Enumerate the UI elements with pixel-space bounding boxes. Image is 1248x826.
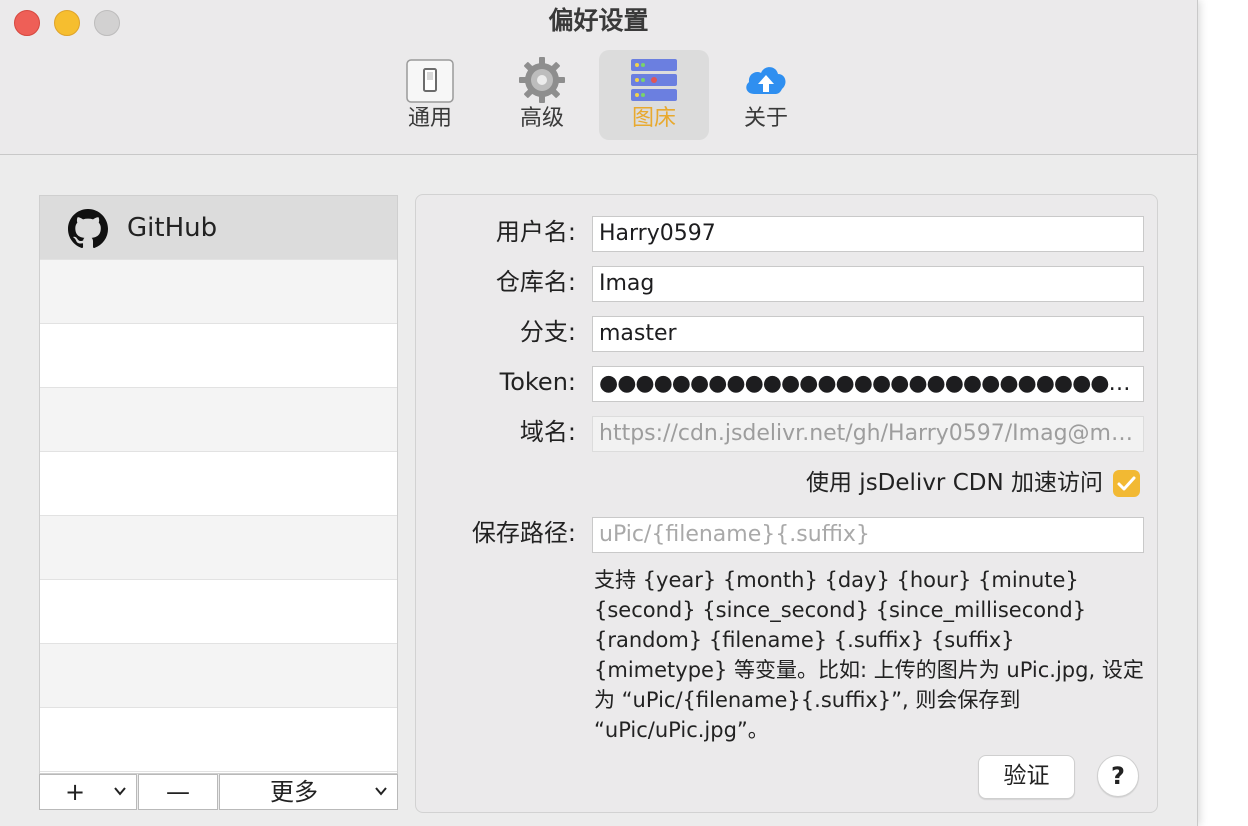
toolbar: 偏好设置 通用 高级 图床 关于 (0, 0, 1197, 155)
host-item-label: GitHub (127, 213, 218, 243)
chevron-down-icon (375, 787, 387, 796)
tab-general-label: 通用 (407, 106, 452, 131)
repo-label: 仓库名: (495, 268, 576, 296)
tab-advanced[interactable]: 高级 (487, 50, 597, 140)
token-field[interactable]: ●●●●●●●●●●●●●●●●●●●●●●●●●●●●●●●●●●●●●●●● (592, 366, 1144, 402)
preferences-window: 偏好设置 通用 高级 图床 关于 GitHub + — 更多 用户名: Harr… (0, 0, 1198, 826)
tab-about[interactable]: 关于 (711, 50, 821, 140)
list-item (40, 644, 397, 708)
save-path-label: 保存路径: (471, 519, 576, 547)
gear-icon (519, 57, 565, 103)
cloud-upload-icon (746, 67, 786, 94)
more-label: 更多 (270, 778, 318, 806)
repo-field[interactable]: Imag (592, 266, 1144, 302)
github-icon (68, 209, 108, 249)
branch-field[interactable]: master (592, 316, 1144, 352)
add-label: + (65, 778, 86, 806)
host-list-toolbar: + — 更多 (39, 774, 398, 812)
list-item (40, 452, 397, 516)
token-label: Token: (499, 368, 576, 396)
cdn-checkbox-label: 使用 jsDelivr CDN 加速访问 (806, 470, 1103, 496)
verify-button[interactable]: 验证 (978, 755, 1075, 799)
branch-label: 分支: (519, 318, 576, 346)
remove-label: — (166, 778, 190, 806)
list-item (40, 388, 397, 452)
host-settings-form: 用户名: Harry0597 仓库名: Imag 分支: master Toke… (415, 194, 1158, 813)
tab-image-host-label: 图床 (631, 106, 676, 131)
tab-general[interactable]: 通用 (375, 50, 485, 140)
checkmark-icon (1117, 476, 1136, 491)
list-item (40, 580, 397, 644)
domain-field: https://cdn.jsdelivr.net/gh/Harry0597/Im… (592, 416, 1144, 452)
host-item-github[interactable]: GitHub (40, 196, 397, 260)
switch-icon (406, 59, 454, 103)
remove-host-button[interactable]: — (138, 774, 218, 810)
add-host-button[interactable]: + (39, 774, 137, 810)
cdn-checkbox[interactable] (1113, 470, 1140, 497)
username-field[interactable]: Harry0597 (592, 216, 1144, 252)
tab-image-host[interactable]: 图床 (599, 50, 709, 140)
tab-advanced-label: 高级 (519, 106, 564, 131)
host-list: GitHub (39, 195, 398, 774)
chevron-down-icon (114, 787, 126, 796)
username-label: 用户名: (495, 218, 576, 246)
list-item (40, 324, 397, 388)
domain-label: 域名: (519, 418, 576, 446)
tab-about-label: 关于 (743, 106, 788, 131)
list-item (40, 708, 397, 772)
more-menu-button[interactable]: 更多 (219, 774, 398, 810)
server-icon (631, 59, 677, 101)
list-item (40, 260, 397, 324)
save-path-field[interactable]: uPic/{filename}{.suffix} (592, 517, 1144, 553)
list-item (40, 516, 397, 580)
window-title: 偏好设置 (548, 6, 649, 35)
help-button[interactable]: ? (1097, 755, 1139, 797)
save-path-help-text: 支持 {year} {month} {day} {hour} {minute} … (594, 568, 1144, 742)
